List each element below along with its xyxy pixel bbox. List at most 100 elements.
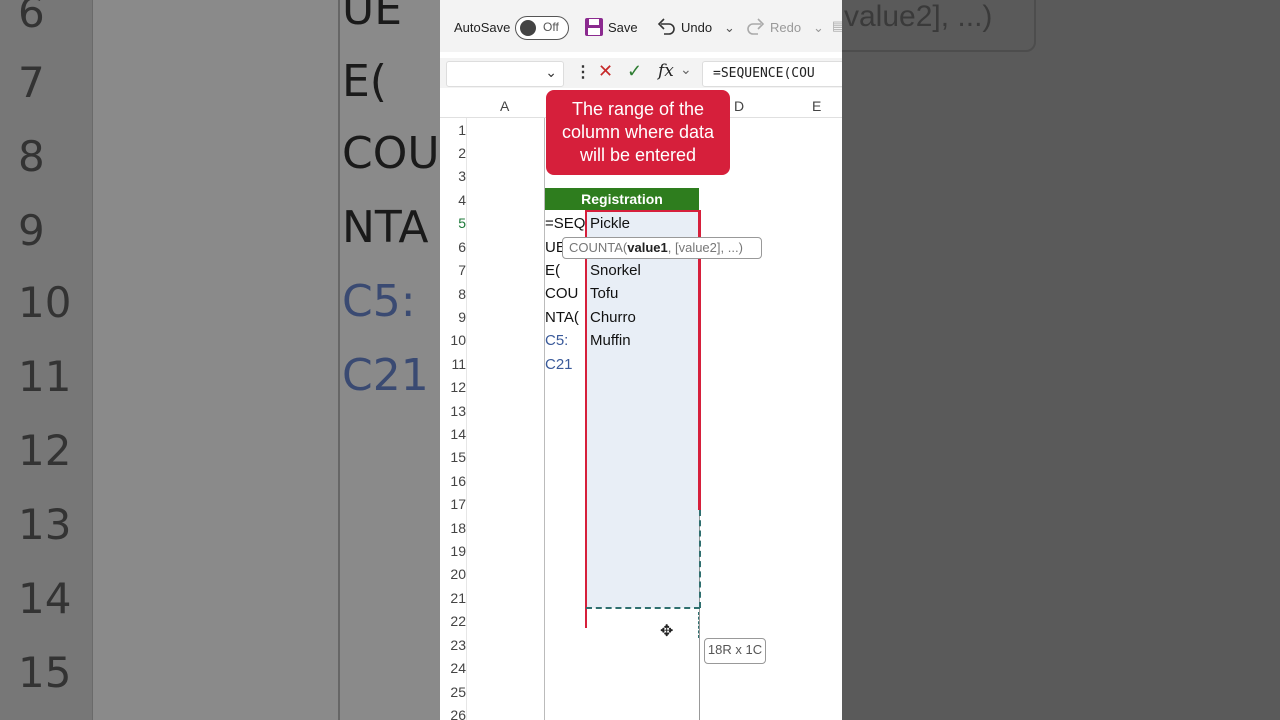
row-header[interactable]: 11 [440,356,466,372]
data-cell[interactable]: Pickle [590,215,630,232]
name-box-chevron-icon[interactable]: ⌄ [545,64,557,81]
column-header-d[interactable]: D [734,98,744,114]
hint-current-arg: value1 [627,240,668,255]
save-icon[interactable] [584,17,604,40]
zoomed-row-number: 9 [18,206,45,255]
enter-formula-icon[interactable]: ✓ [627,61,642,82]
formula-cell[interactable]: NTA( [545,309,579,326]
redo-dropdown-chevron-icon[interactable]: ⌄ [813,20,824,36]
registration-header-cell[interactable]: Registration [545,188,699,210]
formula-expand-chevron-icon[interactable]: ⌄ [680,61,692,78]
annotation-callout: The range of the column where data will … [546,90,730,175]
zoomed-row-number: 10 [18,278,72,327]
row-header[interactable]: 14 [440,426,466,442]
marching-ants-border [698,612,699,638]
row-header[interactable]: 25 [440,684,466,700]
range-border-left [585,210,587,628]
autosave-label: AutoSave [454,20,511,35]
callout-line: The range of the [571,99,705,119]
undo-dropdown-chevron-icon[interactable]: ⌄ [724,20,735,36]
row-header[interactable]: 4 [440,192,466,208]
redo-icon[interactable] [746,16,766,39]
row-header[interactable]: 10 [440,332,466,348]
row-header[interactable]: 6 [440,239,466,255]
row-header[interactable]: 21 [440,590,466,606]
row-header[interactable]: 19 [440,543,466,559]
formula-input[interactable]: =SEQUENCE(COU [702,61,842,87]
zoomed-row-number: 12 [18,426,72,475]
undo-icon[interactable] [656,16,676,39]
row-header[interactable]: 9 [440,309,466,325]
data-cell[interactable]: Muffin [590,332,631,349]
more-commands-icon[interactable]: ▤ [832,18,842,34]
zoomed-column-border [338,0,340,720]
zoomed-row-number: 14 [18,574,72,623]
formula-cell[interactable]: C21 [545,356,573,373]
hint-other-args: , [value2], ...) [667,240,743,255]
column-header-a[interactable]: A [500,98,509,114]
row-header[interactable]: 13 [440,403,466,419]
row-header[interactable]: 7 [440,262,466,278]
zoomed-row-number: 8 [18,132,45,181]
save-button[interactable]: Save [608,20,638,35]
zoomed-formula-fragment: E( [342,56,387,107]
callout-line: will be entered [579,145,697,165]
row-headers: 1 2 3 4 5 6 7 8 9 10 11 12 13 14 15 16 1… [440,118,467,720]
zoomed-row-number: 6 [18,0,45,37]
column-header-e[interactable]: E [812,98,821,114]
zoomed-row-number: 11 [18,352,72,401]
row-header[interactable]: 24 [440,660,466,676]
autosave-toggle[interactable]: Off [515,16,569,40]
formula-cell[interactable]: C5: [545,332,568,349]
zoomed-function-hint: value2], ...) [842,0,1036,52]
hint-function-name: COUNTA( [569,240,628,255]
marching-ants-border [586,607,700,609]
row-header[interactable]: 18 [440,520,466,536]
zoomed-formula-fragment: COU [342,128,440,179]
row-header[interactable]: 8 [440,286,466,302]
zoomed-row-number: 15 [18,648,72,697]
row-header[interactable]: 23 [440,637,466,653]
row-header[interactable]: 26 [440,707,466,720]
cancel-formula-icon[interactable]: ✕ [598,61,613,82]
formula-bar: ⌄ ⋮ ✕ ✓ fx ⌄ =SEQUENCE(COU [440,58,842,88]
callout-line: column where data [561,122,715,142]
redo-button[interactable]: Redo [770,20,801,35]
zoomed-hint-text: value2], ...) [844,0,993,33]
formula-cell[interactable]: COU [545,285,578,302]
background-zoomed-sheet-left: 6 7 8 9 10 11 12 13 14 15 UE E( COU NTA … [0,0,440,720]
function-hint-tooltip[interactable]: COUNTA(value1, [value2], ...) [562,237,762,259]
zoomed-formula-fragment: C5: [342,276,416,327]
insert-function-icon[interactable]: fx [658,61,674,81]
selection-size-badge: 18R x 1C [704,638,766,664]
marching-ants-border [699,510,701,608]
formula-cell[interactable]: =SEQ [545,215,585,232]
undo-button[interactable]: Undo [681,20,712,35]
toggle-knob [520,20,536,36]
formula-cell[interactable]: E( [545,262,560,279]
data-cell[interactable]: Snorkel [590,262,641,279]
row-header[interactable]: 20 [440,566,466,582]
zoomed-row-number: 7 [18,58,45,107]
row-header[interactable]: 2 [440,145,466,161]
row-header[interactable]: 22 [440,613,466,629]
row-header[interactable]: 1 [440,122,466,138]
zoomed-formula-fragment: C21 [342,350,429,401]
name-box[interactable]: ⌄ [446,61,564,87]
spreadsheet-window: AutoSave Off Save Undo ⌄ Redo ⌄ ▤ ⌄ ⋮ ✕ … [440,0,842,720]
zoomed-formula-fragment: NTA [342,202,429,253]
quick-access-toolbar: AutoSave Off Save Undo ⌄ Redo ⌄ ▤ [440,0,842,52]
background-zoomed-sheet-right: value2], ...) [842,0,1280,720]
row-header[interactable]: 15 [440,449,466,465]
row-header[interactable]: 12 [440,379,466,395]
row-header[interactable]: 3 [440,168,466,184]
more-options-icon[interactable]: ⋮ [575,62,591,82]
row-header[interactable]: 16 [440,473,466,489]
data-cell[interactable]: Churro [590,309,636,326]
row-header-active[interactable]: 5 [440,215,466,231]
data-cell[interactable]: Tofu [590,285,618,302]
zoomed-formula-fragment: UE [342,0,403,35]
zoomed-row-number: 13 [18,500,72,549]
row-header[interactable]: 17 [440,496,466,512]
cursor-crosshair-icon: ✥ [660,623,674,640]
